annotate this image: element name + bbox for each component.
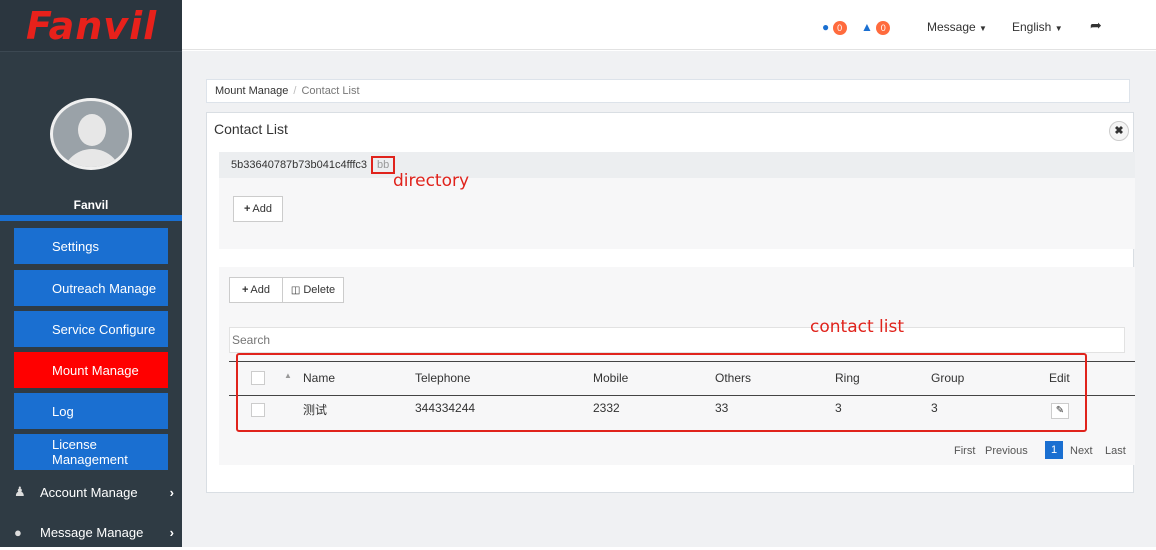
directory-current[interactable]: bb	[371, 156, 396, 174]
message-label: Message	[927, 20, 976, 34]
users-icon: ♟	[14, 484, 26, 499]
directory-annotation: directory	[393, 171, 470, 191]
delete-contact-button[interactable]: ◫ Delete	[282, 277, 344, 303]
contact-list-panel: Contact List ✖ 5b33640787b73b041c4fffc3 …	[206, 112, 1135, 493]
main-content: Mount Manage / Contact List Contact List…	[182, 51, 1156, 547]
alerts-badge: 0	[876, 21, 891, 35]
avatar	[50, 98, 132, 170]
sidebar-item-label: License Management	[52, 437, 128, 467]
sidebar-item-label: Mount Manage	[52, 362, 139, 378]
contact-list-annotation: contact list	[810, 317, 904, 337]
profile: Fanvil	[0, 52, 182, 212]
close-button[interactable]: ✖	[1109, 121, 1129, 141]
chevron-right-icon: ›	[169, 484, 174, 500]
comments-badge: 0	[832, 21, 847, 35]
directory-id[interactable]: 5b33640787b73b041c4fffc3	[231, 159, 367, 171]
pager-next[interactable]: Next	[1070, 445, 1093, 457]
divider	[0, 215, 182, 221]
sidebar-item-message-manage[interactable]: ● Message Manage ›	[0, 514, 182, 550]
add-contact-button[interactable]: + Add	[229, 277, 283, 303]
panel-title: Contact List	[214, 121, 288, 137]
search-input[interactable]	[229, 327, 1125, 353]
add-directory-button[interactable]: + Add	[233, 196, 283, 222]
profile-name: Fanvil	[73, 198, 109, 212]
comments-icon: ●	[822, 20, 830, 34]
breadcrumb-current: Contact List	[301, 85, 360, 97]
bell-icon: ▲	[861, 20, 873, 34]
pager-first[interactable]: First	[954, 445, 975, 457]
sidebar-item-label: Outreach Manage	[52, 280, 157, 296]
language-dropdown[interactable]: English ▼	[1012, 20, 1063, 34]
plus-icon: +	[243, 203, 251, 215]
directory-section: 5b33640787b73b041c4fffc3 bb + Add	[219, 152, 1135, 249]
caret-down-icon: ▼	[979, 24, 987, 33]
sidebar-item-license-management[interactable]: License Management	[14, 434, 168, 470]
sidebar-item-settings[interactable]: Settings	[14, 228, 168, 264]
alerts-indicator[interactable]: ▲ 0	[861, 20, 891, 35]
plus-icon: +	[241, 284, 249, 296]
chevron-right-icon: ›	[169, 524, 174, 540]
sidebar-item-label: Settings	[52, 238, 99, 254]
add-label: Add	[252, 203, 272, 215]
caret-down-icon: ▼	[1054, 24, 1063, 33]
directory-path: 5b33640787b73b041c4fffc3 bb	[219, 152, 1135, 178]
pager-last[interactable]: Last	[1105, 445, 1126, 457]
topbar: ● 0 ▲ 0 Message ▼ English ▼ ➦	[182, 0, 1156, 50]
sidebar-item-outreach-manage[interactable]: Outreach Manage	[14, 270, 168, 306]
sidebar-item-account-manage[interactable]: ♟ Account Manage ›	[0, 474, 182, 510]
sidebar-item-label: Account Manage	[40, 484, 138, 500]
add-label: Add	[250, 284, 270, 296]
trash-icon: ◫	[290, 284, 301, 296]
pager-previous[interactable]: Previous	[985, 445, 1028, 457]
language-label: English	[1012, 20, 1052, 34]
logo-area: Fanvil	[0, 0, 182, 52]
sidebar-item-label: Service Configure	[52, 321, 156, 337]
message-dropdown[interactable]: Message ▼	[927, 20, 987, 34]
sidebar-item-label: Message Manage	[40, 524, 144, 540]
sidebar-item-label: Log	[52, 403, 74, 419]
sidebar-item-service-configure[interactable]: Service Configure	[14, 311, 168, 347]
breadcrumb-parent[interactable]: Mount Manage	[215, 85, 288, 97]
delete-label: Delete	[303, 284, 336, 296]
pager-current[interactable]: 1	[1045, 441, 1063, 459]
breadcrumb-separator: /	[293, 85, 297, 97]
sidebar-item-log[interactable]: Log	[14, 393, 168, 429]
comments-indicator[interactable]: ● 0	[822, 20, 847, 35]
fanvil-logo: Fanvil	[26, 3, 158, 48]
logout-icon[interactable]: ➦	[1090, 17, 1102, 34]
contact-list-highlight	[236, 353, 1087, 432]
comments-icon: ●	[14, 524, 22, 540]
sidebar-item-mount-manage[interactable]: Mount Manage	[14, 352, 168, 388]
sidebar: Fanvil Fanvil Settings Outreach Manage S…	[0, 0, 182, 547]
breadcrumb: Mount Manage / Contact List	[206, 79, 1130, 103]
